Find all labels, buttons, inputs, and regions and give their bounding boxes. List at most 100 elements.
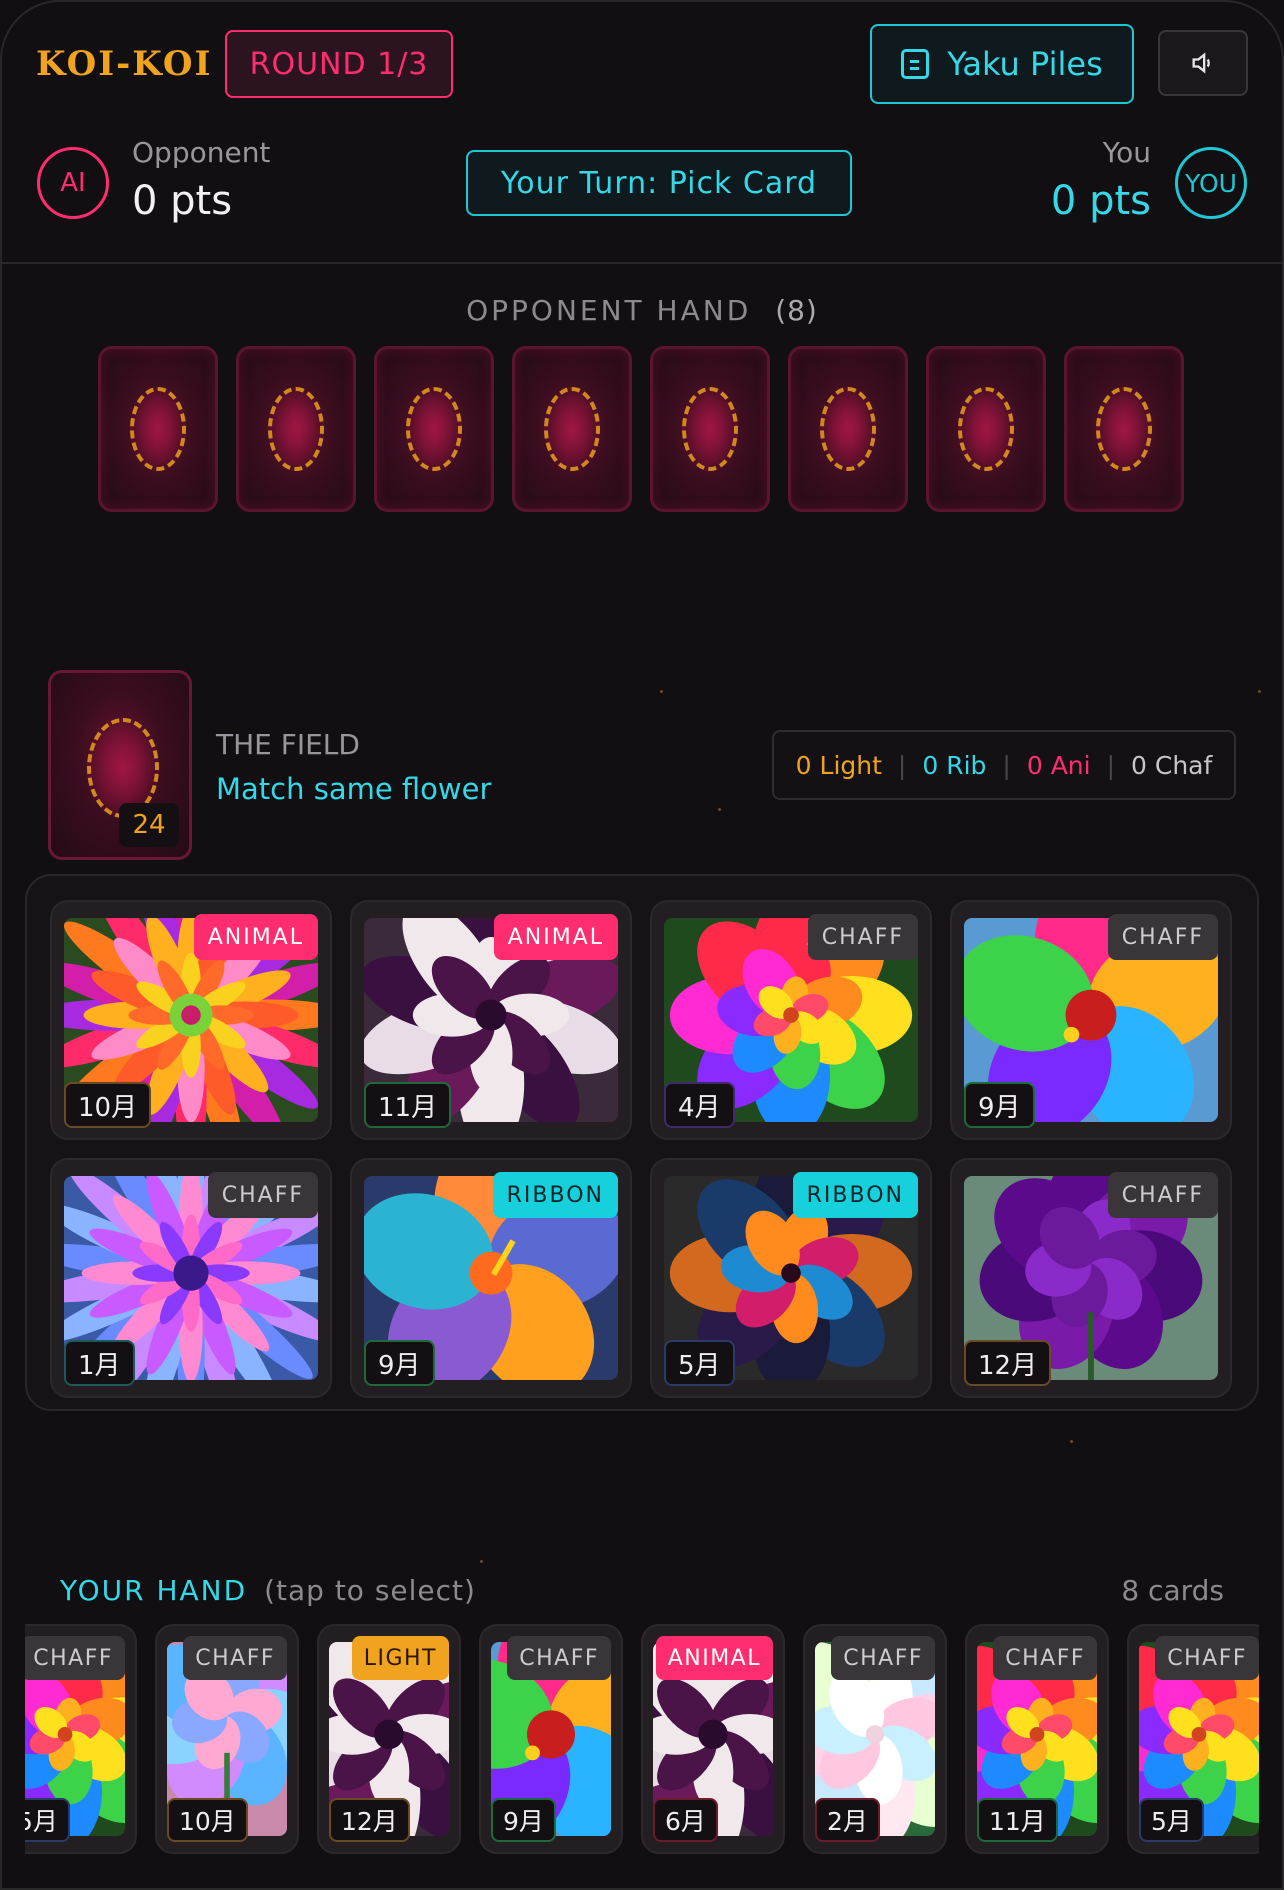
game-logo: KOI-KOI	[36, 44, 213, 84]
animal-counter: 0 Ani	[1026, 750, 1091, 780]
card-type-tag: ANIMAL	[193, 914, 318, 960]
card-type-tag: CHAFF	[1107, 914, 1218, 960]
card-back-emblem	[958, 387, 1014, 471]
card-type-tag: CHAFF	[183, 1636, 287, 1680]
card-month-label: 12月	[964, 1340, 1052, 1386]
card-month-label: 10月	[167, 1798, 248, 1842]
card-month-label: 2月	[815, 1798, 880, 1842]
card-type-tag: CHAFF	[831, 1636, 935, 1680]
ambient-sparkle	[660, 690, 663, 693]
hand-card[interactable]: CHAFF 5月	[1127, 1624, 1259, 1854]
hand-card[interactable]: LIGHT 12月	[317, 1624, 461, 1854]
card-month-label: 11月	[977, 1798, 1058, 1842]
ambient-sparkle	[1258, 690, 1261, 693]
card-back-emblem	[406, 387, 462, 471]
card-month-label: 5月	[1139, 1798, 1204, 1842]
ribbon-counter: 0 Rib	[922, 750, 987, 780]
card-month-label: 6月	[653, 1798, 718, 1842]
field-card[interactable]: CHAFF 1月	[50, 1158, 332, 1398]
player-hand: CHAFF 5月 CHAFF 10月 LIGHT 12月 CHAFF 9月 AN…	[25, 1624, 1259, 1854]
hand-card[interactable]: CHAFF 9月	[479, 1624, 623, 1854]
player-avatar: YOU	[1175, 147, 1247, 219]
card-back-emblem	[1096, 387, 1152, 471]
player-points: 0 pts	[1050, 178, 1151, 224]
capture-counters: 0 Light | 0 Rib | 0 Ani | 0 Chaf	[772, 730, 1236, 800]
card-month-label: 10月	[64, 1082, 152, 1128]
opponent-hand-count: (8)	[775, 294, 818, 327]
hand-title: YOUR HAND (tap to select)	[60, 1574, 476, 1607]
card-month-label: 5月	[664, 1340, 735, 1386]
hand-card[interactable]: CHAFF 11月	[965, 1624, 1109, 1854]
opponent-card-back	[788, 346, 908, 512]
list-icon	[901, 49, 930, 79]
field-card[interactable]: CHAFF 12月	[950, 1158, 1232, 1398]
opponent-card-back	[236, 346, 356, 512]
card-type-tag: RIBBON	[492, 1172, 618, 1218]
card-type-tag: CHAFF	[507, 1636, 611, 1680]
opponent-hand-title: OPPONENT HAND (8)	[0, 294, 1284, 327]
card-type-tag: CHAFF	[807, 914, 918, 960]
opponent-card-back	[926, 346, 1046, 512]
field-card[interactable]: CHAFF 4月	[650, 900, 932, 1140]
card-month-label: 11月	[364, 1082, 452, 1128]
hand-count: 8 cards	[1121, 1574, 1224, 1607]
card-back-emblem	[130, 387, 186, 471]
opponent-points: 0 pts	[132, 178, 233, 224]
sound-toggle-button[interactable]	[1158, 30, 1248, 96]
card-month-label: 5月	[25, 1798, 70, 1842]
card-back-emblem	[682, 387, 738, 471]
card-type-tag: LIGHT	[351, 1636, 449, 1680]
card-month-label: 9月	[964, 1082, 1035, 1128]
field-card[interactable]: CHAFF 9月	[950, 900, 1232, 1140]
card-type-tag: CHAFF	[993, 1636, 1097, 1680]
card-month-label: 9月	[364, 1340, 435, 1386]
header-divider	[0, 262, 1284, 264]
opponent-hand-label: OPPONENT HAND	[466, 294, 752, 327]
opponent-card-back	[1064, 346, 1184, 512]
counter-divider: |	[897, 750, 907, 780]
draw-deck: 24	[48, 670, 192, 860]
hand-subtitle: (tap to select)	[264, 1574, 476, 1607]
opponent-card-back	[512, 346, 632, 512]
card-type-tag: ANIMAL	[493, 914, 618, 960]
yaku-piles-button[interactable]: Yaku Piles	[870, 24, 1134, 104]
card-month-label: 4月	[664, 1082, 735, 1128]
light-counter: 0 Light	[795, 750, 882, 780]
deck-count: 24	[119, 803, 179, 847]
opponent-card-back	[374, 346, 494, 512]
card-month-label: 9月	[491, 1798, 556, 1842]
hand-card[interactable]: CHAFF 5月	[25, 1624, 137, 1854]
card-back-emblem	[544, 387, 600, 471]
round-badge: ROUND 1/3	[225, 30, 453, 98]
ambient-sparkle	[480, 1560, 483, 1563]
hand-card[interactable]: ANIMAL 6月	[641, 1624, 785, 1854]
hand-card[interactable]: CHAFF 10月	[155, 1624, 299, 1854]
hand-card[interactable]: CHAFF 2月	[803, 1624, 947, 1854]
field-card[interactable]: ANIMAL 10月	[50, 900, 332, 1140]
field-card[interactable]: RIBBON 5月	[650, 1158, 932, 1398]
field-card[interactable]: ANIMAL 11月	[350, 900, 632, 1140]
opponent-card-back	[98, 346, 218, 512]
counter-divider: |	[1002, 750, 1011, 780]
card-type-tag: CHAFF	[207, 1172, 318, 1218]
card-type-tag: CHAFF	[1155, 1636, 1259, 1680]
counter-divider: |	[1106, 750, 1116, 780]
hand-label: YOUR HAND	[60, 1574, 248, 1607]
yaku-piles-label: Yaku Piles	[947, 45, 1103, 83]
field-hint: Match same flower	[216, 772, 492, 806]
field-card[interactable]: RIBBON 9月	[350, 1158, 632, 1398]
card-type-tag: CHAFF	[25, 1636, 125, 1680]
opponent-avatar: AI	[37, 147, 109, 219]
ambient-sparkle	[718, 808, 721, 811]
card-month-label: 1月	[64, 1340, 135, 1386]
speaker-icon	[1192, 52, 1210, 74]
card-back-emblem	[268, 387, 324, 471]
card-type-tag: ANIMAL	[655, 1636, 773, 1680]
card-type-tag: RIBBON	[792, 1172, 918, 1218]
opponent-card-back	[650, 346, 770, 512]
opponent-label: Opponent	[132, 136, 271, 169]
card-back-emblem	[820, 387, 876, 471]
turn-status-banner: Your Turn: Pick Card	[466, 150, 852, 216]
ambient-sparkle	[1070, 1440, 1073, 1443]
card-month-label: 12月	[329, 1798, 410, 1842]
